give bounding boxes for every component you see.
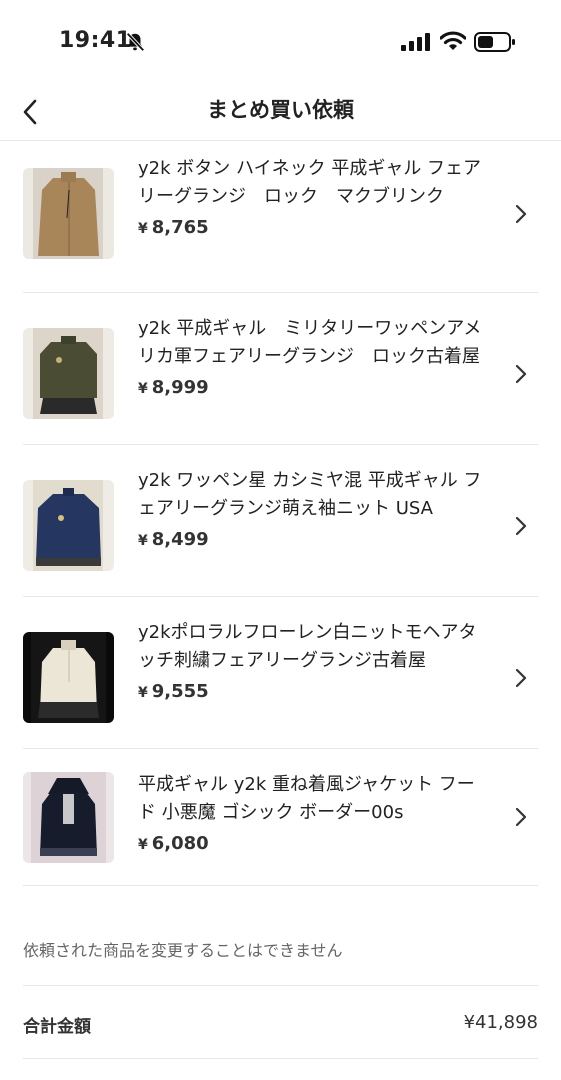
item-title: y2k 平成ギャル ミリタリーワッペンアメリカ軍フェアリーグランジ ロック古着屋 <box>138 318 482 367</box>
item-thumbnail <box>23 328 114 419</box>
battery-icon <box>474 32 515 52</box>
item-price: ¥8,499 <box>138 529 209 550</box>
list-item[interactable]: y2k 平成ギャル ミリタリーワッペンアメリカ軍フェアリーグランジ ロック古着屋… <box>23 293 538 445</box>
list-item[interactable]: y2kポロラルフローレン白ニットモヘアタッチ刺繍フェアリーグランジ古着屋 ¥9,… <box>23 597 538 749</box>
item-thumbnail <box>23 772 114 863</box>
item-thumbnail <box>23 168 114 259</box>
item-title: y2k ワッペン星 カシミヤ混 平成ギャル フェアリーグランジ萌え袖ニット US… <box>138 470 482 519</box>
chevron-right-icon <box>515 364 527 384</box>
item-price: ¥8,765 <box>138 217 209 238</box>
divider <box>23 1058 538 1059</box>
item-thumbnail <box>23 480 114 571</box>
status-time: 19:41 <box>59 28 132 53</box>
chevron-right-icon <box>515 204 527 224</box>
item-text: y2k ワッペン星 カシミヤ混 平成ギャル フェアリーグランジ萌え袖ニット US… <box>138 467 483 550</box>
bell-slash-icon <box>126 32 145 52</box>
list-item[interactable]: y2k ワッペン星 カシミヤ混 平成ギャル フェアリーグランジ萌え袖ニット US… <box>23 445 538 597</box>
cellular-signal-icon <box>401 33 430 51</box>
item-title: y2kポロラルフローレン白ニットモヘアタッチ刺繍フェアリーグランジ古着屋 <box>138 622 477 671</box>
status-bar: 19:41 <box>0 0 561 84</box>
item-price: ¥8,999 <box>138 377 209 398</box>
chevron-right-icon <box>515 668 527 688</box>
nav-bar: まとめ買い依頼 <box>0 84 561 141</box>
item-text: 平成ギャル y2k 重ね着風ジャケット フード 小悪魔 ゴシック ボーダー00s… <box>138 771 483 854</box>
item-title: y2k ボタン ハイネック 平成ギャル フェアリーグランジ ロック マクブリンク <box>138 158 482 207</box>
item-thumbnail <box>23 632 114 723</box>
item-text: y2k ボタン ハイネック 平成ギャル フェアリーグランジ ロック マクブリンク… <box>138 155 483 238</box>
divider <box>23 985 538 986</box>
list-item[interactable]: y2k ボタン ハイネック 平成ギャル フェアリーグランジ ロック マクブリンク… <box>23 141 538 293</box>
wifi-icon <box>440 31 466 50</box>
total-label: 合計金額 <box>23 1017 91 1037</box>
page-title: まとめ買い依頼 <box>207 98 354 122</box>
notice-text: 依頼された商品を変更することはできません <box>23 941 343 960</box>
item-list: y2k ボタン ハイネック 平成ギャル フェアリーグランジ ロック マクブリンク… <box>0 141 561 886</box>
item-title: 平成ギャル y2k 重ね着風ジャケット フード 小悪魔 ゴシック ボーダー00s <box>138 774 475 823</box>
item-price: ¥9,555 <box>138 681 209 702</box>
list-item[interactable]: 平成ギャル y2k 重ね着風ジャケット フード 小悪魔 ゴシック ボーダー00s… <box>23 749 538 886</box>
chevron-right-icon <box>515 807 527 827</box>
item-text: y2kポロラルフローレン白ニットモヘアタッチ刺繍フェアリーグランジ古着屋 ¥9,… <box>138 619 483 702</box>
total-value: ¥41,898 <box>463 1012 538 1033</box>
chevron-right-icon <box>515 516 527 536</box>
item-text: y2k 平成ギャル ミリタリーワッペンアメリカ軍フェアリーグランジ ロック古着屋… <box>138 315 483 398</box>
item-price: ¥6,080 <box>138 833 209 854</box>
